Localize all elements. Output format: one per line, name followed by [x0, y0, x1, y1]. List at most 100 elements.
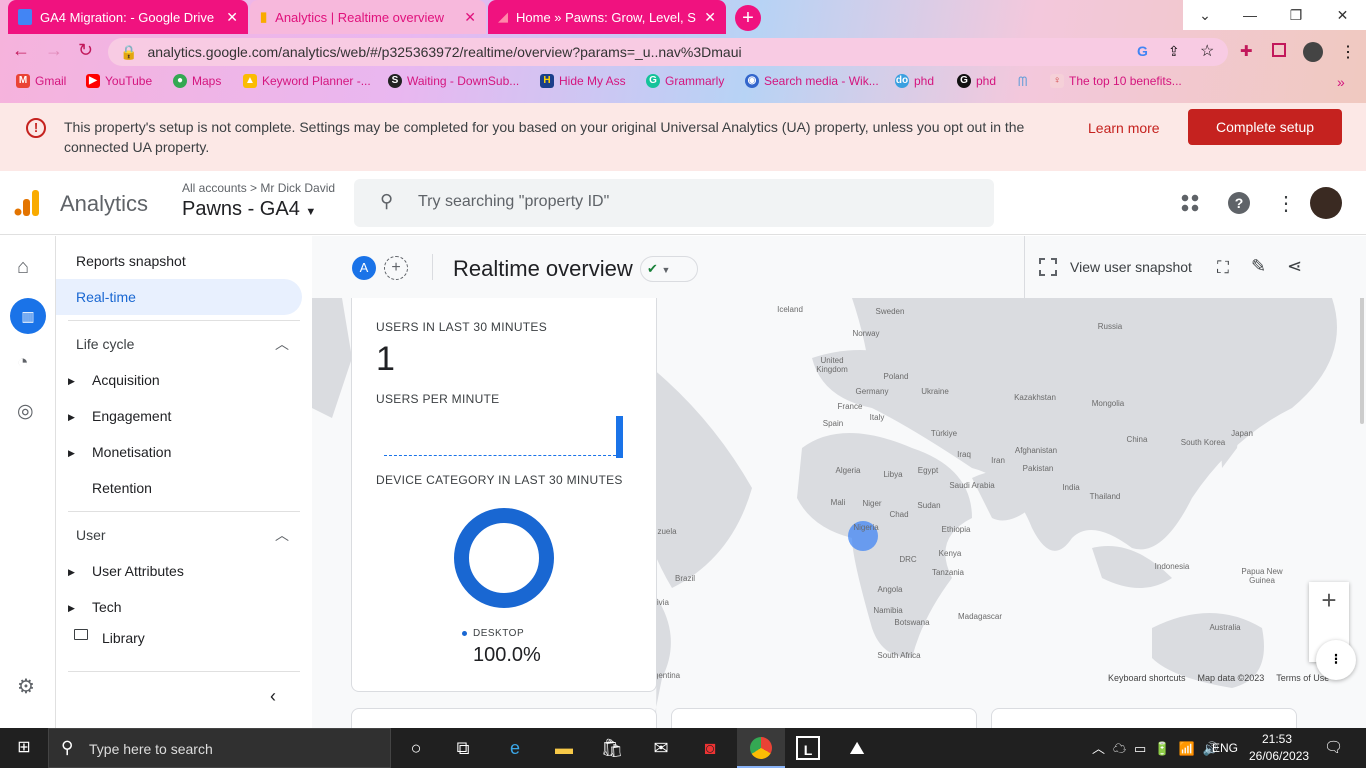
forward-icon[interactable]: → — [45, 40, 63, 61]
close-window-button[interactable]: ✕ — [1319, 0, 1366, 30]
star-icon[interactable]: ☆ — [1200, 41, 1214, 61]
feedback-icon[interactable]: ⁝ — [1316, 640, 1356, 680]
store-icon[interactable]: 🛍 — [600, 736, 624, 760]
site-icon: ◢ — [498, 9, 508, 24]
home-icon[interactable]: ⌂ — [17, 256, 29, 279]
sidebar-item-engagement[interactable]: Engagement — [92, 408, 171, 424]
property-selector[interactable]: Pawns - GA4 ▼ — [182, 198, 316, 221]
customize-report-icon[interactable]: ✎ — [1251, 256, 1266, 277]
edge-icon[interactable]: e — [503, 736, 527, 760]
advertising-icon[interactable]: ◎ — [17, 400, 34, 423]
share-icon[interactable]: ⋖ — [1287, 256, 1302, 277]
zoom-in-button[interactable]: + — [1309, 582, 1349, 618]
section-lifecycle[interactable]: Life cycle — [76, 336, 134, 352]
more-options-icon[interactable]: ⋮ — [1276, 191, 1296, 216]
sidebar-item-user-attributes[interactable]: User Attributes — [92, 563, 184, 579]
collapse-sidebar-icon[interactable]: ‹ — [270, 686, 276, 707]
users-per-minute-bar[interactable] — [616, 416, 623, 458]
tray-icons[interactable]: ︿☁▭🔋📶🔊 — [1092, 738, 1227, 757]
device-donut-chart[interactable] — [454, 508, 554, 608]
close-tab-icon[interactable]: ✕ — [464, 9, 476, 26]
tab-search-icon[interactable]: ⌄ — [1183, 0, 1227, 30]
status-dropdown[interactable]: ✔ ▼ — [640, 256, 698, 282]
close-tab-icon[interactable]: ✕ — [226, 9, 238, 26]
tab-google-drive[interactable]: GA4 Migration: - Google Drive ✕ — [8, 0, 248, 34]
map-country-label: Afghanistan — [1014, 446, 1058, 455]
bookmark-top-10-benefits[interactable]: ♀ The top 10 benefits... — [1050, 74, 1182, 88]
do-icon: do — [895, 74, 909, 88]
bookmark-maps[interactable]: ● Maps — [173, 74, 221, 88]
menu-icon[interactable]: ⋮ — [1340, 42, 1356, 62]
chevron-up-icon[interactable]: ︿ — [275, 525, 289, 545]
map-country-label: Iraq — [957, 450, 971, 459]
cortana-icon[interactable]: ○ — [404, 736, 428, 760]
fullscreen-icon[interactable]: ⛶ — [1217, 258, 1229, 278]
task-view-icon[interactable]: ⧉ — [451, 736, 475, 760]
clock-time[interactable]: 21:53 — [1262, 732, 1292, 746]
language-indicator[interactable]: ENG — [1212, 741, 1238, 755]
mail-icon[interactable]: ✉ — [649, 736, 673, 760]
file-explorer-icon[interactable]: ▬ — [552, 736, 576, 760]
extensions-icon[interactable]: ✚ — [1240, 42, 1253, 60]
keyboard-shortcuts-link[interactable]: Keyboard shortcuts — [1108, 673, 1186, 683]
taskbar-search[interactable]: ⚲ Type here to search — [48, 728, 391, 768]
view-user-snapshot-button[interactable]: View user snapshot — [1070, 259, 1192, 275]
divider — [68, 511, 300, 512]
back-icon[interactable]: ← — [12, 40, 30, 61]
learn-more-link[interactable]: Learn more — [1088, 120, 1160, 136]
chrome-taskbar-button[interactable] — [737, 728, 785, 768]
notifications-icon[interactable]: 🗨 — [1324, 738, 1343, 756]
breadcrumb[interactable]: All accounts > Mr Dick David — [182, 181, 335, 195]
sidebar-item-library[interactable]: Library — [102, 630, 145, 646]
bookmark-phd-2[interactable]: Gphd — [957, 74, 996, 88]
photos-icon[interactable]: ⛰ — [845, 736, 869, 760]
map-country-label: France — [837, 402, 863, 411]
profile-avatar[interactable] — [1303, 42, 1323, 62]
map-country-label: Namibia — [873, 606, 903, 615]
new-tab-button[interactable]: + — [735, 5, 761, 31]
reload-icon[interactable]: ↻ — [78, 40, 93, 61]
sidebar-item-tech[interactable]: Tech — [92, 599, 122, 615]
sidebar-item-reports-snapshot[interactable]: Reports snapshot — [76, 253, 186, 269]
sidebar-item-acquisition[interactable]: Acquisition — [92, 372, 160, 388]
app-icon[interactable]: ◙ — [698, 736, 722, 760]
app-l-icon[interactable]: L — [796, 736, 820, 760]
bookmark-wikimedia[interactable]: ◉ Search media - Wik... — [745, 74, 879, 88]
bookmark-hide-my-ass[interactable]: H Hide My Ass — [540, 74, 626, 88]
add-comparison-icon[interactable]: + — [384, 256, 408, 280]
bookmark-youtube[interactable]: ▶ YouTube — [86, 74, 152, 88]
users-card: USERS IN LAST 30 MINUTES 1 USERS PER MIN… — [351, 298, 657, 692]
address-bar[interactable]: 🔒 analytics.google.com/analytics/web/#/p… — [108, 38, 1228, 66]
reports-icon[interactable]: ▥ — [10, 298, 46, 334]
section-user[interactable]: User — [76, 527, 106, 543]
google-icon[interactable]: G — [1137, 43, 1148, 59]
sidebar-item-monetisation[interactable]: Monetisation — [92, 444, 171, 460]
admin-gear-icon[interactable]: ⚙ — [17, 674, 35, 699]
search-input[interactable]: ⚲ Try searching "property ID" — [354, 179, 994, 227]
bookmark-downsub[interactable]: S Waiting - DownSub... — [388, 74, 519, 88]
bookmark-gmail[interactable]: M Gmail — [16, 74, 66, 88]
bookmark-keyword-planner[interactable]: ▲ Keyword Planner -... — [243, 74, 371, 88]
clock-date[interactable]: 26/06/2023 — [1249, 749, 1309, 763]
bookmark-phd-1[interactable]: do phd — [895, 74, 934, 88]
minimize-button[interactable]: — — [1227, 0, 1273, 30]
chevron-up-icon[interactable]: ︿ — [275, 334, 289, 354]
close-tab-icon[interactable]: ✕ — [704, 9, 716, 26]
tab-pawns[interactable]: ◢ Home » Pawns: Grow, Level, Step ✕ — [488, 0, 726, 34]
account-avatar[interactable] — [1310, 187, 1342, 219]
help-icon[interactable]: ? — [1228, 192, 1250, 214]
share-icon[interactable]: ⇪ — [1168, 43, 1180, 60]
windows-start-icon[interactable]: ⊞ — [12, 736, 36, 760]
sidebar-item-realtime[interactable]: Real-time — [56, 279, 302, 315]
apps-grid-icon[interactable] — [1180, 193, 1200, 213]
explore-icon[interactable]: ◔ — [17, 352, 28, 374]
bookmarks-overflow[interactable]: » — [1337, 74, 1345, 90]
m-bookmark-icon[interactable]: ᗰ — [1018, 74, 1027, 90]
comparison-avatar[interactable]: A — [352, 256, 376, 280]
complete-setup-button[interactable]: Complete setup — [1188, 109, 1342, 145]
side-panel-icon[interactable] — [1272, 43, 1286, 57]
bookmark-grammarly[interactable]: G Grammarly — [646, 74, 724, 88]
maximize-button[interactable]: ❐ — [1273, 0, 1319, 30]
tab-analytics[interactable]: ▮ Analytics | Realtime overview ✕ — [250, 0, 486, 34]
sidebar-item-retention[interactable]: Retention — [92, 480, 152, 496]
